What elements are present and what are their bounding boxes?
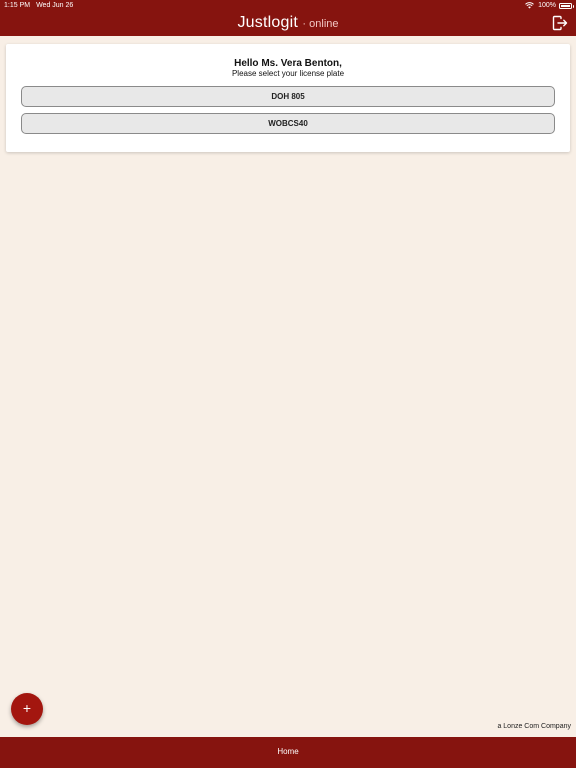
brand-name: Justlogit bbox=[237, 14, 298, 31]
battery-percent: 100% bbox=[538, 2, 556, 9]
license-plate-card: Hello Ms. Vera Benton, Please select you… bbox=[6, 44, 570, 152]
status-bar: 1:15 PM Wed Jun 26 100% bbox=[0, 0, 576, 12]
nav-home[interactable]: Home bbox=[0, 737, 576, 767]
logout-icon[interactable] bbox=[552, 15, 568, 31]
greeting-text: Hello Ms. Vera Benton, bbox=[234, 58, 342, 69]
status-date: Wed Jun 26 bbox=[36, 2, 74, 9]
add-button[interactable]: + bbox=[11, 693, 43, 725]
brand-sub: · online bbox=[302, 18, 339, 30]
status-left: 1:15 PM Wed Jun 26 bbox=[4, 0, 79, 11]
wifi-icon bbox=[525, 2, 534, 9]
bottom-nav: Home bbox=[0, 737, 576, 768]
company-credit: a Lonze Com Company bbox=[497, 723, 571, 730]
app-brand: Justlogit · online bbox=[0, 13, 576, 34]
plus-icon: + bbox=[22, 700, 32, 716]
status-right: 100% bbox=[525, 0, 574, 11]
battery-fill bbox=[561, 4, 570, 7]
plate-button-doh-805[interactable]: DOH 805 bbox=[21, 86, 555, 107]
app-header: 1:15 PM Wed Jun 26 100% Justlogit · onlin… bbox=[0, 0, 576, 36]
status-time: 1:15 PM bbox=[4, 2, 31, 9]
battery-icon bbox=[559, 2, 574, 9]
instruction-text: Please select your license plate bbox=[231, 69, 345, 78]
plate-button-wobcs40[interactable]: WOBCS40 bbox=[21, 113, 555, 134]
brand-sub-text: online bbox=[309, 18, 339, 30]
